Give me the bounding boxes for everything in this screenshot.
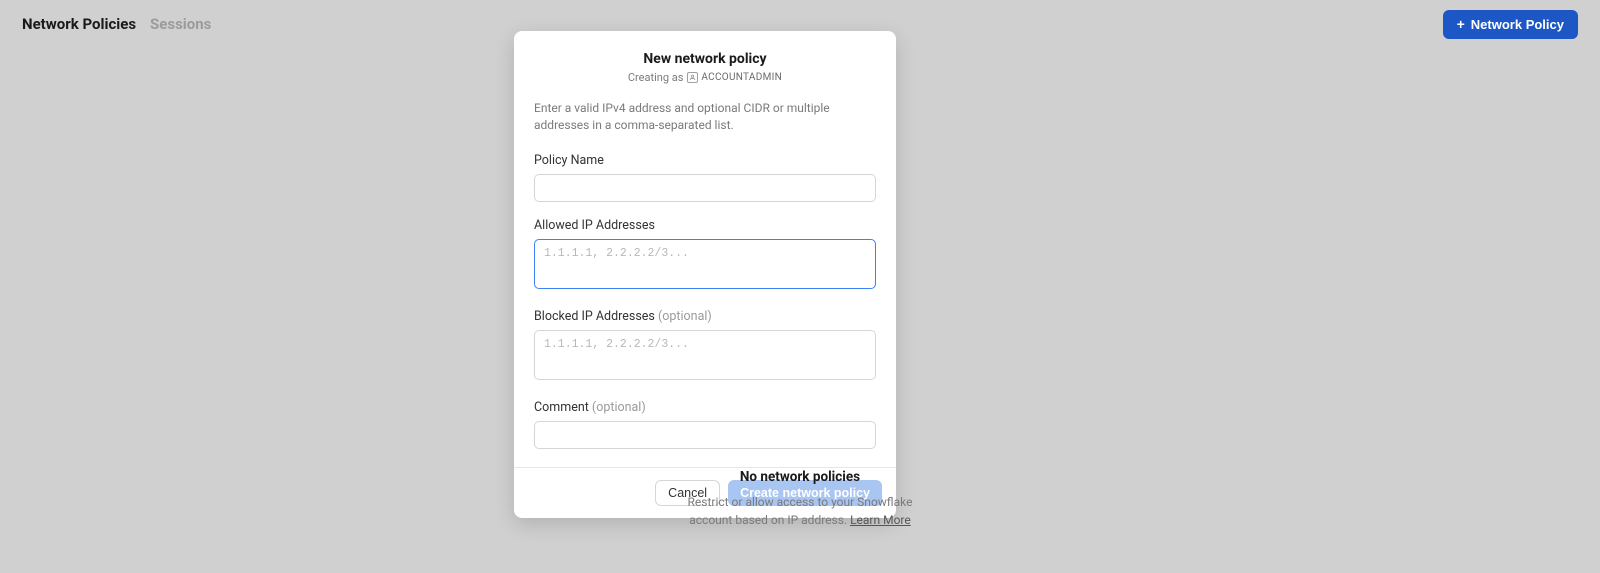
allowed-ip-label: Allowed IP Addresses xyxy=(534,218,876,233)
modal-body: New network policy Creating as ACCOUNTAD… xyxy=(514,31,896,467)
blocked-ip-optional: (optional) xyxy=(658,309,712,324)
new-network-policy-button[interactable]: + Network Policy xyxy=(1443,10,1578,39)
field-allowed-ip: Allowed IP Addresses xyxy=(534,218,876,293)
blocked-ip-input[interactable] xyxy=(534,330,876,380)
tab-network-policies[interactable]: Network Policies xyxy=(22,15,136,33)
role-icon xyxy=(687,72,698,83)
blocked-ip-label: Blocked IP Addresses (optional) xyxy=(534,309,876,324)
policy-name-label: Policy Name xyxy=(534,153,876,168)
role-badge: ACCOUNTADMIN xyxy=(687,72,782,83)
empty-desc-line2: account based on IP address. xyxy=(689,513,847,527)
plus-icon: + xyxy=(1457,17,1465,31)
modal-subtitle: Creating as ACCOUNTADMIN xyxy=(534,71,876,84)
tabs: Network Policies Sessions xyxy=(22,15,211,33)
modal-subtitle-prefix: Creating as xyxy=(628,71,684,84)
comment-optional: (optional) xyxy=(592,400,646,415)
field-policy-name: Policy Name xyxy=(534,153,876,202)
field-comment: Comment (optional) xyxy=(534,400,876,449)
new-network-policy-modal: New network policy Creating as ACCOUNTAD… xyxy=(514,31,896,518)
comment-label: Comment (optional) xyxy=(534,400,876,415)
allowed-ip-input[interactable] xyxy=(534,239,876,289)
empty-state: No network policies Restrict or allow ac… xyxy=(0,469,1600,529)
empty-title: No network policies xyxy=(0,469,1600,485)
field-blocked-ip: Blocked IP Addresses (optional) xyxy=(534,309,876,384)
tab-sessions[interactable]: Sessions xyxy=(150,15,211,33)
modal-help-text: Enter a valid IPv4 address and optional … xyxy=(534,100,876,135)
learn-more-link[interactable]: Learn More xyxy=(850,513,911,527)
blocked-ip-label-text: Blocked IP Addresses xyxy=(534,309,655,324)
empty-desc-line1: Restrict or allow access to your Snowfla… xyxy=(688,495,913,509)
policy-name-input[interactable] xyxy=(534,174,876,202)
modal-title: New network policy xyxy=(534,51,876,67)
empty-desc: Restrict or allow access to your Snowfla… xyxy=(0,493,1600,529)
new-network-policy-label: Network Policy xyxy=(1471,17,1564,32)
comment-input[interactable] xyxy=(534,421,876,449)
role-name: ACCOUNTADMIN xyxy=(701,72,782,83)
comment-label-text: Comment xyxy=(534,400,589,415)
